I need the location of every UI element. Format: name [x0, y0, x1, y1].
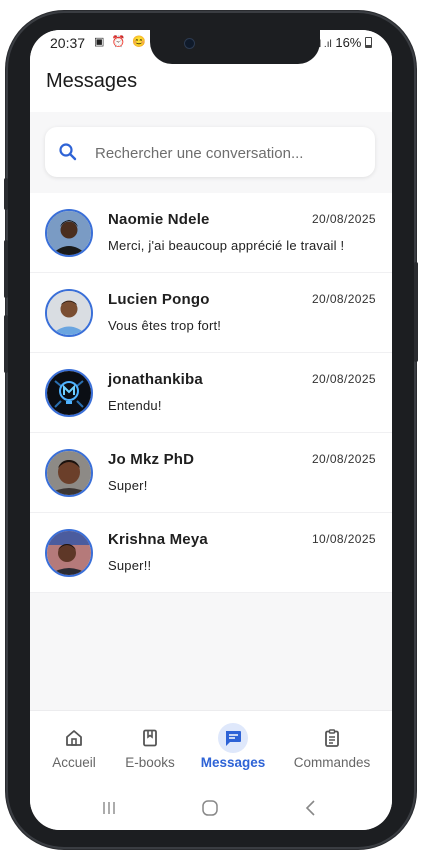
search-icon	[58, 142, 78, 167]
nav-label: Messages	[200, 755, 266, 770]
nav-item-ebooks[interactable]: E-books	[118, 711, 182, 785]
back-icon[interactable]	[303, 799, 319, 822]
conversation-preview: Vous êtes trop fort!	[108, 318, 222, 333]
camera-notch	[150, 30, 320, 64]
clipboard-icon	[317, 723, 347, 753]
home-circle-icon[interactable]	[201, 799, 219, 822]
status-notification-icons: ▣ ⏰ 😊	[94, 36, 148, 48]
nav-item-accueil[interactable]: Accueil	[44, 711, 104, 785]
status-time: 20:37	[50, 35, 86, 51]
conversation-name: Lucien Pongo	[108, 291, 210, 308]
nav-label: E-books	[125, 755, 175, 770]
conversation-date: 20/08/2025	[311, 292, 376, 306]
page-title: Messages	[46, 70, 138, 92]
conversation-date: 20/08/2025	[311, 212, 376, 226]
search-input[interactable]	[93, 127, 367, 179]
conversation-item[interactable]: Lucien Pongo 20/08/2025 Vous êtes trop f…	[30, 273, 392, 353]
conversation-preview: Super!	[108, 478, 148, 493]
system-navigation-bar	[30, 784, 392, 830]
conversation-item[interactable]: Jo Mkz PhD 20/08/2025 Super!	[30, 433, 392, 513]
conversation-name: Jo Mkz PhD	[108, 451, 195, 468]
conversation-item[interactable]: jonathankiba 20/08/2025 Entendu!	[30, 353, 392, 433]
nav-item-commandes[interactable]: Commandes	[286, 711, 378, 785]
avatar	[45, 529, 93, 577]
conversation-item[interactable]: Krishna Meya 10/08/2025 Super!!	[30, 513, 392, 593]
battery-level: 16%	[335, 35, 362, 50]
message-icon	[218, 723, 248, 753]
phone-screen: 20:37 ▣ ⏰ 😊 ⁴ᴳ .ıl .ıl 16% Messages	[30, 30, 392, 830]
conversation-name: Krishna Meya	[108, 531, 208, 548]
book-icon	[135, 723, 165, 753]
nav-label: Commandes	[293, 755, 371, 770]
conversation-list: Naomie Ndele 20/08/2025 Merci, j'ai beau…	[30, 193, 392, 593]
search-bar[interactable]	[45, 127, 375, 179]
conversation-preview: Entendu!	[108, 398, 162, 413]
front-camera	[184, 38, 195, 49]
conversation-preview: Super!!	[108, 558, 152, 573]
conversation-date: 10/08/2025	[311, 532, 376, 546]
recents-icon[interactable]	[101, 800, 117, 821]
home-icon	[59, 723, 89, 753]
side-button	[4, 240, 8, 298]
battery-icon	[365, 37, 372, 48]
bottom-navigation: Accueil E-books Messages Commandes	[30, 710, 392, 785]
conversation-name: jonathankiba	[108, 371, 203, 388]
side-button	[414, 262, 418, 362]
side-button	[4, 178, 8, 210]
avatar	[45, 209, 93, 257]
avatar	[45, 289, 93, 337]
avatar	[45, 369, 93, 417]
conversation-name: Naomie Ndele	[108, 211, 210, 228]
avatar	[45, 449, 93, 497]
conversation-item[interactable]: Naomie Ndele 20/08/2025 Merci, j'ai beau…	[30, 193, 392, 273]
nav-item-messages[interactable]: Messages	[196, 711, 270, 785]
nav-label: Accueil	[52, 755, 96, 770]
conversation-date: 20/08/2025	[311, 372, 376, 386]
app-header: Messages	[30, 56, 392, 112]
conversation-date: 20/08/2025	[311, 452, 376, 466]
conversation-preview: Merci, j'ai beaucoup apprécié le travail…	[108, 238, 345, 253]
side-button	[4, 315, 8, 373]
